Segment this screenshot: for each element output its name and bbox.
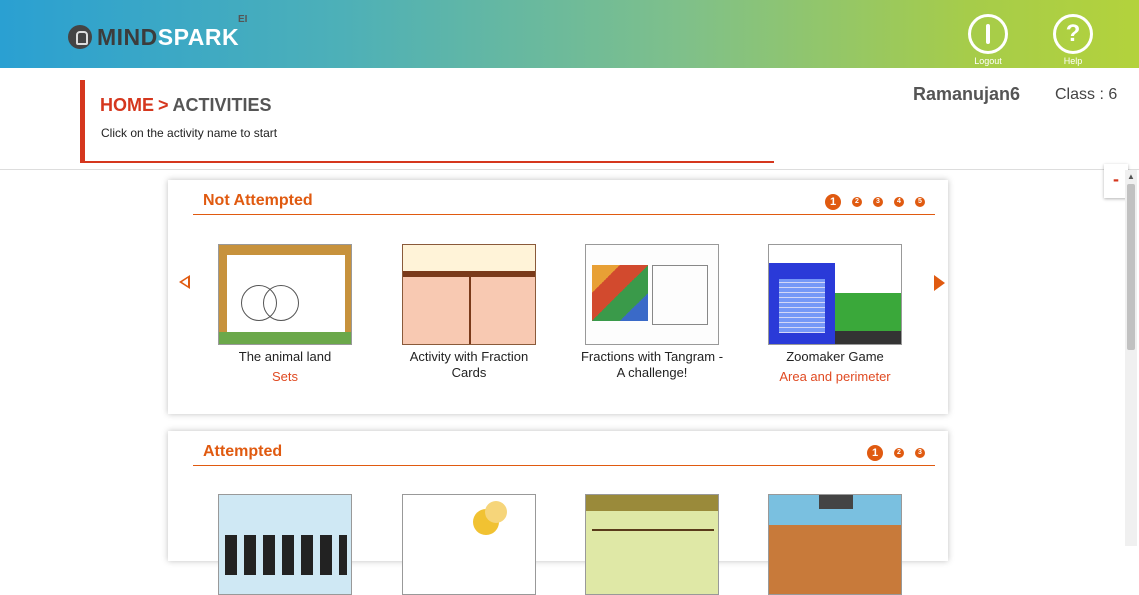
pagination: 1 2 3 4 5 [825, 194, 925, 210]
not-attempted-panel: Not Attempted 1 2 3 4 5 The animal land … [168, 180, 948, 414]
breadcrumb-box: HOME > ACTIVITIES Click on the activity na… [80, 80, 774, 163]
section-title: Not Attempted [203, 192, 313, 209]
class-label: Class : 6 [1055, 86, 1118, 103]
activity-card[interactable]: The animal land Sets [210, 244, 360, 384]
logout-label: Logout [974, 56, 1002, 66]
activity-thumbnail[interactable] [218, 494, 352, 595]
breadcrumb: HOME > ACTIVITIES [100, 95, 272, 116]
next-arrow-icon[interactable] [934, 275, 945, 291]
page-button[interactable]: 3 [915, 448, 925, 458]
breadcrumb-home[interactable]: HOME [100, 95, 154, 115]
brand-ei: EI [238, 14, 248, 25]
logout-button[interactable]: Logout [966, 14, 1010, 66]
question-mark-icon: ? [1053, 14, 1093, 54]
activity-name[interactable]: Zoomaker Game [760, 349, 910, 365]
page-button[interactable]: 1 [867, 445, 883, 461]
activity-thumbnail[interactable] [768, 494, 902, 595]
activity-card[interactable] [210, 494, 360, 595]
activity-topic: Sets [271, 369, 298, 384]
scroll-thumb[interactable] [1127, 184, 1135, 350]
activity-card[interactable] [577, 494, 727, 595]
lightbulb-icon [68, 25, 92, 49]
attempted-panel: Attempted 1 2 3 [168, 431, 948, 595]
power-icon [968, 14, 1008, 54]
top-header: MINDSPARK EI Logout ? Help [0, 0, 1139, 68]
help-label: Help [1063, 56, 1083, 66]
page-button[interactable]: 5 [915, 197, 925, 207]
activity-card[interactable]: Fractions with Tangram - A challenge! [577, 244, 727, 385]
activity-name[interactable]: The animal land [210, 349, 360, 365]
activity-card[interactable]: Zoomaker Game Area and perimeter [760, 244, 910, 384]
activity-thumbnail[interactable] [585, 244, 719, 345]
breadcrumb-current: ACTIVITIES [172, 95, 272, 115]
brand-name: MINDSPARK [97, 24, 240, 50]
page-button[interactable]: 2 [852, 197, 862, 207]
breadcrumb-separator: > [158, 95, 169, 115]
vertical-scrollbar[interactable]: ▲ [1125, 170, 1137, 546]
instruction-text: Click on the activity name to start [101, 126, 278, 140]
pagination: 1 2 3 [867, 445, 925, 461]
page-button[interactable]: 1 [825, 194, 841, 210]
page-button[interactable]: 4 [894, 197, 904, 207]
username: Ramanujan6 [913, 84, 1021, 104]
activity-thumbnail[interactable] [768, 244, 902, 345]
activity-topic: Area and perimeter [779, 369, 891, 384]
page-button[interactable]: 2 [894, 448, 904, 458]
activity-thumbnail[interactable] [585, 494, 719, 595]
mindspark-logo[interactable]: MINDSPARK EI [68, 14, 247, 52]
activity-card[interactable] [394, 494, 544, 595]
divider [0, 169, 1139, 170]
activity-card[interactable] [760, 494, 910, 595]
help-button[interactable]: ? Help [1051, 14, 1095, 66]
section-underline [193, 214, 935, 215]
activity-thumbnail[interactable] [402, 244, 536, 345]
activity-name[interactable]: Fractions with Tangram - A challenge! [577, 349, 727, 381]
previous-arrow-icon[interactable] [179, 275, 190, 289]
activity-thumbnail[interactable] [402, 494, 536, 595]
section-title: Attempted [203, 443, 283, 460]
activity-card[interactable]: Activity with Fraction Cards [394, 244, 544, 385]
activity-name[interactable]: Activity with Fraction Cards [394, 349, 544, 381]
page-button[interactable]: 3 [873, 197, 883, 207]
scroll-up-arrow-icon[interactable]: ▲ [1127, 172, 1135, 181]
activity-thumbnail[interactable] [218, 244, 352, 345]
section-underline [193, 465, 935, 466]
